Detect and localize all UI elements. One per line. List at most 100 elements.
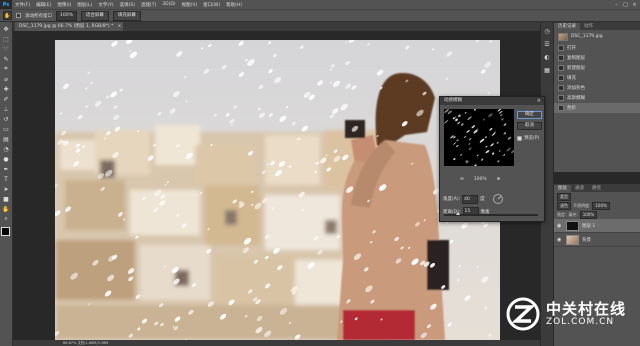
- crop-icon[interactable]: ⌗: [1, 64, 11, 74]
- history-item[interactable]: 添加杂色: [554, 83, 640, 93]
- swatches-icon[interactable]: ▦: [542, 65, 552, 75]
- menu-item[interactable]: 图像(I): [54, 2, 74, 8]
- menu-item[interactable]: 文字(Y): [95, 2, 116, 8]
- history-item-label: 打开: [567, 46, 576, 51]
- minimize-button[interactable]: –: [612, 0, 621, 9]
- close-document-icon[interactable]: ×: [118, 22, 122, 31]
- blend-mode-select[interactable]: 滤色: [557, 201, 571, 210]
- tab-history[interactable]: 历史记录: [554, 23, 580, 30]
- zoom-field[interactable]: 100%: [56, 10, 77, 21]
- layer-row-background[interactable]: ◉ 背景: [554, 233, 640, 247]
- dodge-icon[interactable]: ●: [1, 154, 11, 164]
- hand-icon[interactable]: ✋: [3, 11, 12, 20]
- fill-screen-button[interactable]: 填充屏幕: [112, 10, 141, 21]
- history-item[interactable]: 高斯模糊: [554, 93, 640, 103]
- maximize-button[interactable]: □: [621, 0, 630, 9]
- tab-actions[interactable]: 动作: [580, 23, 597, 30]
- zoom-icon[interactable]: ⌕: [1, 214, 11, 224]
- pen-icon[interactable]: ✒: [1, 164, 11, 174]
- preview-snowflake: [511, 149, 514, 154]
- preview-snowflake: [476, 154, 479, 157]
- foreground-color-swatch[interactable]: [0, 227, 10, 236]
- adjustments-icon[interactable]: ◐: [542, 52, 552, 62]
- preview-snowflake: [500, 114, 503, 117]
- menu-item[interactable]: 文件(F): [12, 2, 33, 8]
- tab-paths[interactable]: 路径: [588, 185, 605, 192]
- zoom-out-icon[interactable]: ⊖: [460, 177, 464, 182]
- angle-dial[interactable]: [492, 194, 503, 204]
- preview-snowflake: [485, 145, 488, 148]
- dialog-close-icon[interactable]: ×: [537, 97, 541, 105]
- eraser-icon[interactable]: ▭: [1, 124, 11, 134]
- photo-canvas[interactable]: [55, 40, 500, 340]
- cancel-button[interactable]: 取消: [517, 122, 542, 130]
- preview-checkbox[interactable]: [517, 135, 522, 141]
- tab-layers[interactable]: 图层: [554, 185, 571, 192]
- preview-snowflake: [456, 139, 459, 142]
- menu-item[interactable]: 3D(D): [159, 2, 178, 8]
- preview-snowflake: [457, 121, 461, 125]
- angle-field[interactable]: 40: [462, 194, 479, 204]
- ok-button[interactable]: 确定: [517, 111, 542, 119]
- history-item-label: 填充: [567, 76, 576, 81]
- opacity-label: 不透明度:: [573, 202, 591, 208]
- distance-slider-knob[interactable]: [456, 212, 461, 215]
- quick-select-icon[interactable]: ✎: [1, 54, 11, 64]
- properties-icon[interactable]: ☰: [542, 39, 552, 49]
- preview-snowflake: [468, 138, 472, 141]
- menu-item[interactable]: 编辑(E): [33, 2, 54, 8]
- stamp-icon[interactable]: ⊥: [1, 104, 11, 114]
- menu-item[interactable]: 窗口(W): [200, 2, 223, 8]
- lasso-icon[interactable]: ➰: [1, 44, 11, 54]
- preview-zoom-value: 100%: [473, 177, 487, 182]
- menu-item[interactable]: 图层(L): [74, 2, 95, 8]
- preview-snowflake: [484, 136, 487, 139]
- close-button[interactable]: ×: [630, 0, 639, 9]
- distance-slider[interactable]: [444, 212, 538, 216]
- gradient-icon[interactable]: ▤: [1, 134, 11, 144]
- history-item[interactable]: 色阶: [554, 103, 640, 113]
- brush-icon[interactable]: ✐: [1, 94, 11, 104]
- tab-channels[interactable]: 通道: [571, 185, 588, 192]
- fit-screen-button[interactable]: 适合屏幕: [80, 10, 109, 21]
- hand-icon[interactable]: ✋: [1, 204, 11, 214]
- color-swatches[interactable]: [0, 227, 13, 239]
- preview-snowflake: [453, 158, 456, 161]
- type-icon[interactable]: T: [1, 174, 11, 184]
- move-icon[interactable]: ✥: [1, 24, 11, 34]
- filter-preview[interactable]: [444, 109, 514, 166]
- scroll-all-checkbox[interactable]: [16, 13, 21, 18]
- history-item[interactable]: 填充: [554, 73, 640, 83]
- menu-item[interactable]: 视图(V): [179, 2, 201, 8]
- healing-icon[interactable]: ✚: [1, 84, 11, 94]
- menu-item[interactable]: 滤镜(T): [138, 2, 159, 8]
- layer-row-1[interactable]: ◉ 图层 1: [554, 219, 640, 233]
- preview-snowflake: [491, 152, 495, 155]
- shape-icon[interactable]: ■: [1, 194, 11, 204]
- menu-item[interactable]: 帮助(H): [223, 2, 245, 8]
- history-snapshot[interactable]: DSC_1179.jpg: [554, 30, 640, 43]
- menu-item[interactable]: 选择(S): [117, 2, 138, 8]
- layer-kind-select[interactable]: 类型: [557, 192, 571, 201]
- history-item[interactable]: 复制图层: [554, 53, 640, 63]
- blur-icon[interactable]: ◔: [1, 144, 11, 154]
- preview-snowflake: [455, 118, 458, 122]
- snapshot-thumbnail: [558, 32, 568, 41]
- eyedropper-icon[interactable]: ⌀: [1, 74, 11, 84]
- preview-snowflake: [466, 130, 470, 133]
- fill-field[interactable]: 100%: [579, 210, 598, 219]
- history-item[interactable]: 打开: [554, 43, 640, 53]
- zoom-in-icon[interactable]: ⊕: [497, 177, 501, 182]
- visibility-eye-icon[interactable]: ◉: [557, 237, 563, 243]
- history-icon[interactable]: ◷: [542, 26, 552, 36]
- history-item[interactable]: 新建图层: [554, 63, 640, 73]
- angle-label: 角度(A):: [443, 197, 461, 202]
- marquee-icon[interactable]: ⬚: [1, 34, 11, 44]
- visibility-eye-icon[interactable]: ◉: [557, 223, 563, 229]
- document-tab[interactable]: DSC_1179.jpg @ 66.7% (图层 1, RGB/8*) * ×: [15, 22, 124, 31]
- preview-snowflake: [456, 144, 459, 148]
- status-bar: 66.67% 文档:1.68M/3.36M: [13, 340, 540, 346]
- opacity-field[interactable]: 100%: [592, 201, 610, 210]
- path-select-icon[interactable]: ➤: [1, 184, 11, 194]
- history-brush-icon[interactable]: ↺: [1, 114, 11, 124]
